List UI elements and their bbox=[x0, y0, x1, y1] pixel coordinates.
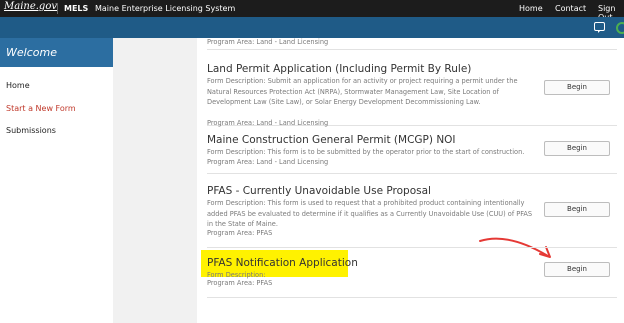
form-title[interactable]: Maine Construction General Permit (MCGP)… bbox=[207, 134, 456, 146]
sidebar: Welcome Home Start a New Form Submission… bbox=[0, 38, 113, 323]
form-title[interactable]: Land Permit Application (Including Permi… bbox=[207, 63, 471, 75]
sidebar-item-submissions[interactable]: Submissions bbox=[6, 126, 56, 135]
form-list-panel: Program Area: Land - Land Licensing Land… bbox=[197, 38, 622, 323]
top-bar: Maine.gov MELS Maine Enterprise Licensin… bbox=[0, 0, 624, 22]
message-icon[interactable] bbox=[594, 22, 605, 33]
sidebar-heading: Welcome bbox=[0, 38, 113, 67]
sidebar-item-home[interactable]: Home bbox=[6, 81, 30, 90]
header-bar bbox=[0, 17, 624, 38]
nav-contact[interactable]: Contact bbox=[555, 4, 586, 13]
begin-button[interactable]: Begin bbox=[544, 80, 610, 95]
form-description: Form Description: Submit an application … bbox=[207, 77, 518, 106]
main-content: Program Area: Land - Land Licensing Land… bbox=[113, 38, 624, 323]
begin-button[interactable]: Begin bbox=[544, 262, 610, 277]
sidebar-item-start-new-form[interactable]: Start a New Form bbox=[6, 104, 76, 113]
form-program-area: Program Area: Land - Land Licensing bbox=[207, 119, 329, 127]
form-title[interactable]: PFAS - Currently Unavoidable Use Proposa… bbox=[207, 185, 431, 197]
form-program-area: Program Area: PFAS bbox=[207, 229, 273, 237]
form-program-area: Program Area: PFAS bbox=[207, 279, 273, 287]
app-name: Maine Enterprise Licensing System bbox=[95, 4, 236, 13]
begin-button[interactable]: Begin bbox=[544, 202, 610, 217]
previous-item-program-area: Program Area: Land - Land Licensing bbox=[207, 38, 329, 46]
nav-home[interactable]: Home bbox=[519, 4, 543, 13]
divider bbox=[57, 3, 58, 14]
begin-button[interactable]: Begin bbox=[544, 141, 610, 156]
form-description: Form Description: This form is to be sub… bbox=[207, 148, 525, 156]
form-program-area: Program Area: Land - Land Licensing bbox=[207, 158, 329, 166]
form-title[interactable]: PFAS Notification Application bbox=[207, 257, 358, 269]
divider bbox=[207, 173, 617, 174]
form-description: Form Description: This form is used to r… bbox=[207, 199, 533, 228]
app-short-name[interactable]: MELS bbox=[64, 4, 88, 13]
divider bbox=[207, 297, 617, 298]
divider bbox=[207, 247, 617, 248]
maine-gov-logo[interactable]: Maine.gov bbox=[4, 1, 57, 12]
status-circle-icon[interactable] bbox=[616, 22, 624, 34]
divider bbox=[207, 49, 617, 50]
